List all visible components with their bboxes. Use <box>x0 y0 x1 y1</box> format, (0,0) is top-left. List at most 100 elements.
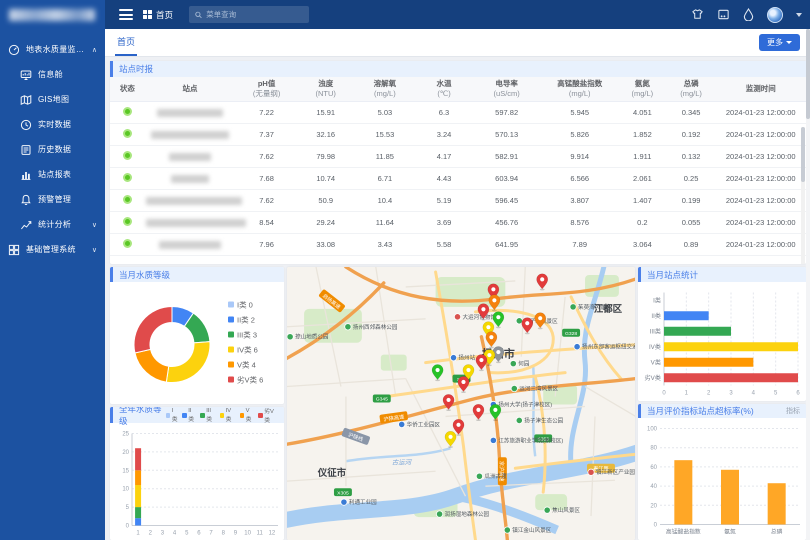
layout-size-icon[interactable] <box>717 8 730 21</box>
hbar-III类[interactable] <box>664 327 731 336</box>
sidebar-item-GIS地图[interactable]: GIS地图 <box>0 87 105 112</box>
legend-item-IV类[interactable]: IV类 <box>220 408 236 423</box>
poi-icon[interactable] <box>476 473 482 479</box>
stacked-bar-segment-IV类[interactable] <box>135 485 141 507</box>
donut-slice-IV类[interactable] <box>166 342 210 383</box>
svg-text:X305: X305 <box>337 490 349 496</box>
legend-label[interactable]: II类 2 <box>237 315 255 325</box>
poi-icon[interactable] <box>450 354 456 360</box>
poi-icon[interactable] <box>544 507 550 513</box>
legend-item-II类[interactable]: II类 <box>182 408 196 423</box>
legend-swatch[interactable] <box>228 377 234 383</box>
legend-item-III类[interactable]: III类 <box>200 408 215 423</box>
legend-label[interactable]: 劣V类 6 <box>237 375 263 385</box>
legend-label[interactable]: IV类 6 <box>237 345 258 355</box>
legend-label[interactable]: I类 0 <box>237 300 253 310</box>
poi-icon[interactable] <box>516 417 522 423</box>
poi-icon[interactable] <box>454 314 460 320</box>
sidebar-item-站点报表[interactable]: 站点报表 <box>0 162 105 187</box>
topbar: 首页 <box>105 0 810 29</box>
sidebar-item-统计分析[interactable]: 统计分析∨ <box>0 212 105 237</box>
poi-icon[interactable] <box>345 324 351 330</box>
sidebar-item-预警管理[interactable]: 预警管理 <box>0 187 105 212</box>
table-cell: 6.3 <box>416 102 472 124</box>
table-row: 7.6279.9811.854.17582.919.9141.9110.1322… <box>110 146 806 168</box>
monthly-station-stats-panel: 当月站点统计 0123456I类II类III类IV类V类劣V类 <box>638 267 806 401</box>
legend-swatch[interactable] <box>228 317 234 323</box>
breadcrumb-home[interactable]: 首页 <box>143 9 173 21</box>
legend-swatch[interactable] <box>228 332 234 338</box>
poi-label: 何园 <box>518 360 530 368</box>
sidebar-group-1[interactable]: 基础管理系统∨ <box>0 237 105 262</box>
user-menu-caret-icon[interactable] <box>796 13 802 17</box>
search-input[interactable] <box>206 10 303 19</box>
poi-icon[interactable] <box>588 469 594 475</box>
hbar-II类[interactable] <box>664 311 709 320</box>
legend-swatch[interactable] <box>228 302 234 308</box>
table-cell: 7.68 <box>235 168 298 190</box>
poi-icon[interactable] <box>510 360 516 366</box>
sidebar-item-历史数据[interactable]: 历史数据 <box>0 137 105 162</box>
stacked-bar-segment-III类[interactable] <box>135 507 141 518</box>
legend-item-V类[interactable]: V类 <box>240 408 255 423</box>
legend-item-I类[interactable]: I类 <box>166 408 179 423</box>
poi-icon[interactable] <box>570 304 576 310</box>
menu-search[interactable] <box>189 6 309 23</box>
more-button[interactable]: 更多 <box>759 34 800 51</box>
window-scrollbar[interactable] <box>806 29 810 540</box>
report-icon <box>20 169 32 181</box>
map-canvas[interactable]: G345S49G328X305S353沪陕高速京沪高速启扬高速春江路沪陕线古运河… <box>287 267 635 540</box>
legend-label[interactable]: III类 3 <box>237 330 257 340</box>
info-board-icon <box>20 69 32 81</box>
stacked-bar-segment-II类[interactable] <box>135 518 141 525</box>
hbar-劣V类[interactable] <box>664 373 798 382</box>
gis-map[interactable]: G345S49G328X305S353沪陕高速京沪高速启扬高速春江路沪陕线古运河… <box>287 267 635 540</box>
table-cell: 0.2 <box>618 212 667 234</box>
poi-icon[interactable] <box>490 437 496 443</box>
poi-icon[interactable] <box>287 334 293 340</box>
donut-slice-劣V类[interactable] <box>134 307 172 353</box>
user-avatar[interactable] <box>767 7 783 23</box>
svg-text:4: 4 <box>752 391 756 397</box>
theme-skin-icon[interactable] <box>691 8 704 21</box>
vbar-高锰酸盐指数[interactable] <box>674 460 692 524</box>
legend-swatch[interactable] <box>228 347 234 353</box>
chevron-down-icon: ∨ <box>92 221 97 229</box>
legend-label[interactable]: V类 4 <box>237 360 256 370</box>
poi-icon[interactable] <box>511 385 517 391</box>
svg-text:V类: V类 <box>651 358 661 366</box>
collapse-menu-icon[interactable] <box>119 9 133 20</box>
svg-text:10: 10 <box>122 487 129 493</box>
breadcrumb-home-label: 首页 <box>156 9 173 21</box>
sidebar-group-0[interactable]: 地表水质量监测系统∧ <box>0 37 105 62</box>
poi-icon[interactable] <box>341 499 347 505</box>
poi-label: 瓜洲古渡 <box>484 472 507 480</box>
hbar-IV类[interactable] <box>664 342 798 351</box>
poi-icon[interactable] <box>504 527 510 533</box>
sidebar-item-实时数据[interactable]: 实时数据 <box>0 112 105 137</box>
svg-text:11: 11 <box>257 531 264 537</box>
sidebar-item-信息舱[interactable]: 信息舱 <box>0 62 105 87</box>
stacked-bar-segment-V类[interactable] <box>135 470 141 485</box>
table-cell: 0.89 <box>667 234 716 256</box>
table-scrollbar[interactable] <box>801 127 805 264</box>
svg-text:6: 6 <box>796 391 800 397</box>
exceedance-corner-label[interactable]: 指标 <box>786 406 800 416</box>
monthly-exceedance-title: 当月评价指标站点超标率(%) <box>647 405 754 417</box>
hbar-V类[interactable] <box>664 358 753 367</box>
legend-item-劣V类[interactable]: 劣V类 <box>258 407 278 424</box>
poi-icon[interactable] <box>399 421 405 427</box>
stacked-bar-segment-劣V类[interactable] <box>135 448 141 470</box>
tab-home[interactable]: 首页 <box>115 29 137 56</box>
poi-icon[interactable] <box>436 511 442 517</box>
table-cell: 2024-01-23 12:00:00 <box>715 168 806 190</box>
legend-swatch[interactable] <box>228 362 234 368</box>
table-cell: 2024-01-23 12:00:00 <box>715 146 806 168</box>
vbar-氨氮[interactable] <box>721 470 739 525</box>
table-cell: 7.22 <box>235 102 298 124</box>
poi-icon[interactable] <box>574 344 580 350</box>
donut-slice-V类[interactable] <box>135 349 169 382</box>
water-drop-icon[interactable] <box>743 8 754 21</box>
vbar-总磷[interactable] <box>768 483 786 524</box>
sidebar-item-label: 实时数据 <box>38 119 97 130</box>
